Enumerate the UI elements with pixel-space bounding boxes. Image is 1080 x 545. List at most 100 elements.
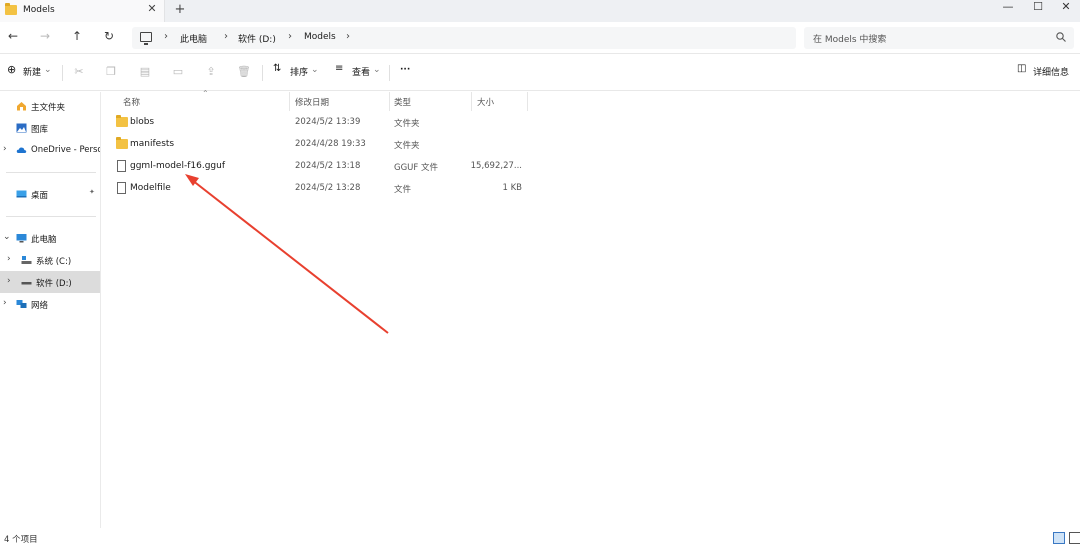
view-chevron-icon: ⌄ xyxy=(373,65,381,75)
cut-icon[interactable]: ✂ xyxy=(72,65,86,79)
file-name: manifests xyxy=(130,139,175,149)
breadcrumb-separator: › xyxy=(224,31,228,42)
column-divider[interactable] xyxy=(471,92,472,111)
column-divider[interactable] xyxy=(389,92,390,111)
file-icon xyxy=(117,160,126,172)
file-icon xyxy=(117,182,126,194)
breadcrumb-drive-d[interactable]: 软件 (D:) xyxy=(238,32,276,45)
tiles-view-icon[interactable] xyxy=(1069,532,1080,544)
sidebar-item-home[interactable]: 主文件夹 xyxy=(0,95,100,117)
sidebar-item-label: 图库 xyxy=(31,125,49,135)
breadcrumb-separator: › xyxy=(164,31,168,42)
toolbar-divider xyxy=(389,65,390,81)
toolbar-divider xyxy=(262,65,263,81)
column-header-modified[interactable]: 修改日期 xyxy=(295,96,329,108)
sidebar-item-gallery[interactable]: 图库 xyxy=(0,117,100,139)
column-header-type[interactable]: 类型 xyxy=(394,96,411,108)
breadcrumb-separator: › xyxy=(346,31,350,42)
minimize-button[interactable]: — xyxy=(994,0,1022,18)
view-button[interactable]: 查看 xyxy=(352,65,370,81)
file-modified: 2024/4/28 19:33 xyxy=(295,139,366,149)
delete-icon[interactable]: 🗑 xyxy=(237,65,251,79)
sidebar-item-desktop[interactable]: 桌面 ✦ xyxy=(0,183,100,205)
sidebar-item-label: OneDrive - Personal xyxy=(31,145,100,155)
toolbar-divider xyxy=(62,65,63,81)
maximize-button[interactable]: ☐ xyxy=(1024,0,1052,18)
item-count: 4 个项目 xyxy=(4,535,38,545)
sort-button[interactable]: 排序 xyxy=(290,65,308,81)
chevron-right-icon[interactable]: › xyxy=(7,276,11,286)
file-name: Modelfile xyxy=(130,183,171,193)
sidebar-item-drive-d[interactable]: › 软件 (D:) xyxy=(0,271,100,293)
column-header-size[interactable]: 大小 xyxy=(477,96,494,108)
chevron-right-icon[interactable]: › xyxy=(7,254,11,264)
details-view-icon[interactable] xyxy=(1053,532,1065,544)
column-divider[interactable] xyxy=(527,92,528,111)
desktop-icon xyxy=(16,190,27,198)
sort-chevron-icon: ⌄ xyxy=(311,65,319,75)
new-button[interactable]: 新建 xyxy=(23,65,41,81)
new-chevron-icon: ⌄ xyxy=(44,65,52,75)
copy-icon[interactable]: ❐ xyxy=(104,65,118,79)
details-pane-icon: ◫ xyxy=(1017,63,1027,74)
file-size: 1 KB xyxy=(502,183,522,193)
sidebar-divider xyxy=(6,172,96,173)
search-icon[interactable] xyxy=(1055,31,1067,43)
address-bar[interactable]: › 此电脑 › 软件 (D:) › Models › xyxy=(132,27,796,49)
file-name: blobs xyxy=(130,117,155,127)
home-icon xyxy=(17,102,26,111)
navigation-bar: ← → ↑ ↻ › 此电脑 › 软件 (D:) › Models › 在 Mod… xyxy=(0,22,1080,54)
cloud-icon xyxy=(16,147,27,153)
refresh-button[interactable]: ↻ xyxy=(100,29,118,45)
close-window-button[interactable]: ✕ xyxy=(1052,0,1080,18)
rename-icon[interactable]: ▭ xyxy=(171,65,185,79)
pin-icon[interactable]: ✦ xyxy=(89,188,95,196)
sidebar-item-label: 此电脑 xyxy=(31,235,57,245)
drive-icon xyxy=(21,256,32,264)
computer-icon xyxy=(140,32,152,45)
column-divider[interactable] xyxy=(289,92,290,111)
back-button[interactable]: ← xyxy=(4,29,22,45)
tab-models[interactable]: Models ✕ xyxy=(0,0,165,22)
file-type: 文件夹 xyxy=(394,141,420,151)
up-button[interactable]: ↑ xyxy=(68,29,86,45)
chevron-down-icon[interactable]: ⌄ xyxy=(3,232,11,242)
breadcrumb-this-pc[interactable]: 此电脑 xyxy=(180,32,207,45)
sidebar-item-onedrive[interactable]: › OneDrive - Personal xyxy=(0,139,100,161)
breadcrumb-models[interactable]: Models xyxy=(304,32,336,42)
file-row[interactable]: blobs 2024/5/2 13:39 文件夹 xyxy=(112,112,532,134)
sidebar-item-drive-c[interactable]: › 系统 (C:) xyxy=(0,249,100,271)
chevron-right-icon[interactable]: › xyxy=(3,298,7,308)
view-icon: ≡ xyxy=(335,63,344,74)
paste-icon[interactable]: ▤ xyxy=(138,65,152,79)
sidebar-divider xyxy=(6,216,96,217)
file-modified: 2024/5/2 13:28 xyxy=(295,183,361,193)
more-options-button[interactable]: ··· xyxy=(400,65,410,81)
sidebar-item-label: 主文件夹 xyxy=(31,103,66,113)
sidebar-item-network[interactable]: › 网络 xyxy=(0,293,100,315)
forward-button[interactable]: → xyxy=(36,29,54,45)
command-bar: ⊕ 新建 ⌄ ✂ ❐ ▤ ▭ ⇪ 🗑 ⇅ 排序 ⌄ ≡ 查看 ⌄ ··· ◫ 详… xyxy=(0,55,1080,91)
file-row[interactable]: Modelfile 2024/5/2 13:28 文件 1 KB xyxy=(112,178,532,200)
file-row[interactable]: manifests 2024/4/28 19:33 文件夹 xyxy=(112,134,532,156)
new-tab-button[interactable]: + xyxy=(172,2,188,18)
navigation-pane: 主文件夹 图库 › OneDrive - Personal 桌面 ✦ ⌄ 此电脑… xyxy=(0,92,101,528)
sort-ascending-icon: ⌃ xyxy=(202,89,209,98)
details-button[interactable]: 详细信息 xyxy=(1033,65,1069,81)
breadcrumb-separator: › xyxy=(288,31,292,42)
search-placeholder: 在 Models 中搜索 xyxy=(813,35,887,45)
status-bar: 4 个项目 xyxy=(0,529,1080,545)
file-row[interactable]: ggml-model-f16.gguf 2024/5/2 13:18 GGUF … xyxy=(112,156,532,178)
sort-icon: ⇅ xyxy=(273,63,282,74)
folder-icon xyxy=(5,3,17,15)
tab-close-icon[interactable]: ✕ xyxy=(145,2,159,18)
share-icon[interactable]: ⇪ xyxy=(204,65,218,79)
sidebar-item-this-pc[interactable]: ⌄ 此电脑 xyxy=(0,227,100,249)
drive-icon xyxy=(21,282,32,285)
sidebar-item-label: 系统 (C:) xyxy=(36,257,72,267)
search-box[interactable]: 在 Models 中搜索 xyxy=(804,27,1074,49)
network-icon xyxy=(16,300,27,308)
column-header-name[interactable]: 名称 xyxy=(123,96,140,108)
chevron-right-icon[interactable]: › xyxy=(3,144,7,154)
pc-icon xyxy=(16,234,27,243)
